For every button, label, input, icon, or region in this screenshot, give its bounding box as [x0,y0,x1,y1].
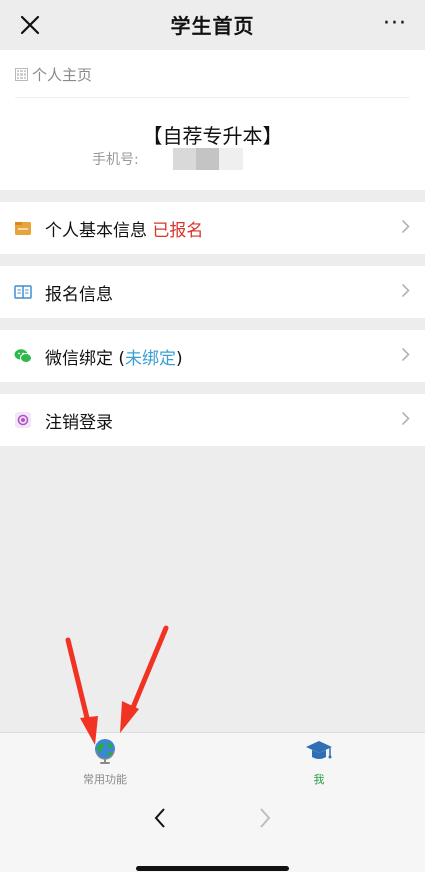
tab-common-functions[interactable]: 常用功能 [50,737,160,787]
more-menu-button[interactable]: ··· [383,13,407,35]
book-icon [14,285,32,299]
menu-item-label: 注销登录 [45,413,113,433]
breadcrumb-label: 个人主页 [32,66,93,84]
chevron-right-icon [401,347,410,362]
home-indicator [136,866,289,871]
menu-item-suffix: ) [176,349,183,369]
phone-label: 手机号: [92,152,139,168]
profile-name: 【自荐专升本】 [142,124,283,148]
tab-label: 我 [313,773,325,786]
menu-item-label: 微信绑定 ( [45,349,126,369]
top-bar: 学生首页 ··· [0,0,425,50]
menu-item-wechat-binding[interactable]: 微信绑定 (未绑定) [0,330,425,382]
bottom-tab-bar: 常用功能 我 [0,732,425,787]
back-icon[interactable] [153,807,167,829]
menu-item-logout[interactable]: 注销登录 [0,394,425,446]
tab-me[interactable]: 我 [264,737,374,787]
menu-item-basic-info[interactable]: 个人基本信息 已报名 [0,202,425,254]
page-title: 学生首页 [170,14,255,38]
breadcrumb: 个人主页 [15,64,92,85]
chevron-right-icon [401,411,410,426]
grid-icon [15,68,28,81]
logout-icon [15,412,31,428]
phone-value-redacted [173,148,243,170]
folder-icon [15,222,31,235]
tab-label: 常用功能 [83,773,127,786]
profile-card: 个人主页 【自荐专升本】 手机号: [0,50,425,190]
status-badge: 已报名 [152,221,204,241]
status-badge: 未绑定 [125,349,177,369]
menu-item-label: 报名信息 [45,285,113,305]
chevron-right-icon [401,283,410,298]
arrow-icon [120,625,169,733]
forward-icon[interactable] [258,807,272,829]
globe-icon [95,739,115,764]
menu-item-registration-info[interactable]: 报名信息 [0,266,425,318]
graduation-cap-icon [306,741,332,759]
menu-item-label: 个人基本信息 [45,221,147,241]
browser-nav-bar [0,787,425,872]
chevron-right-icon [401,219,410,234]
divider [15,97,410,98]
wechat-icon [14,349,32,363]
arrow-icon [65,637,98,745]
